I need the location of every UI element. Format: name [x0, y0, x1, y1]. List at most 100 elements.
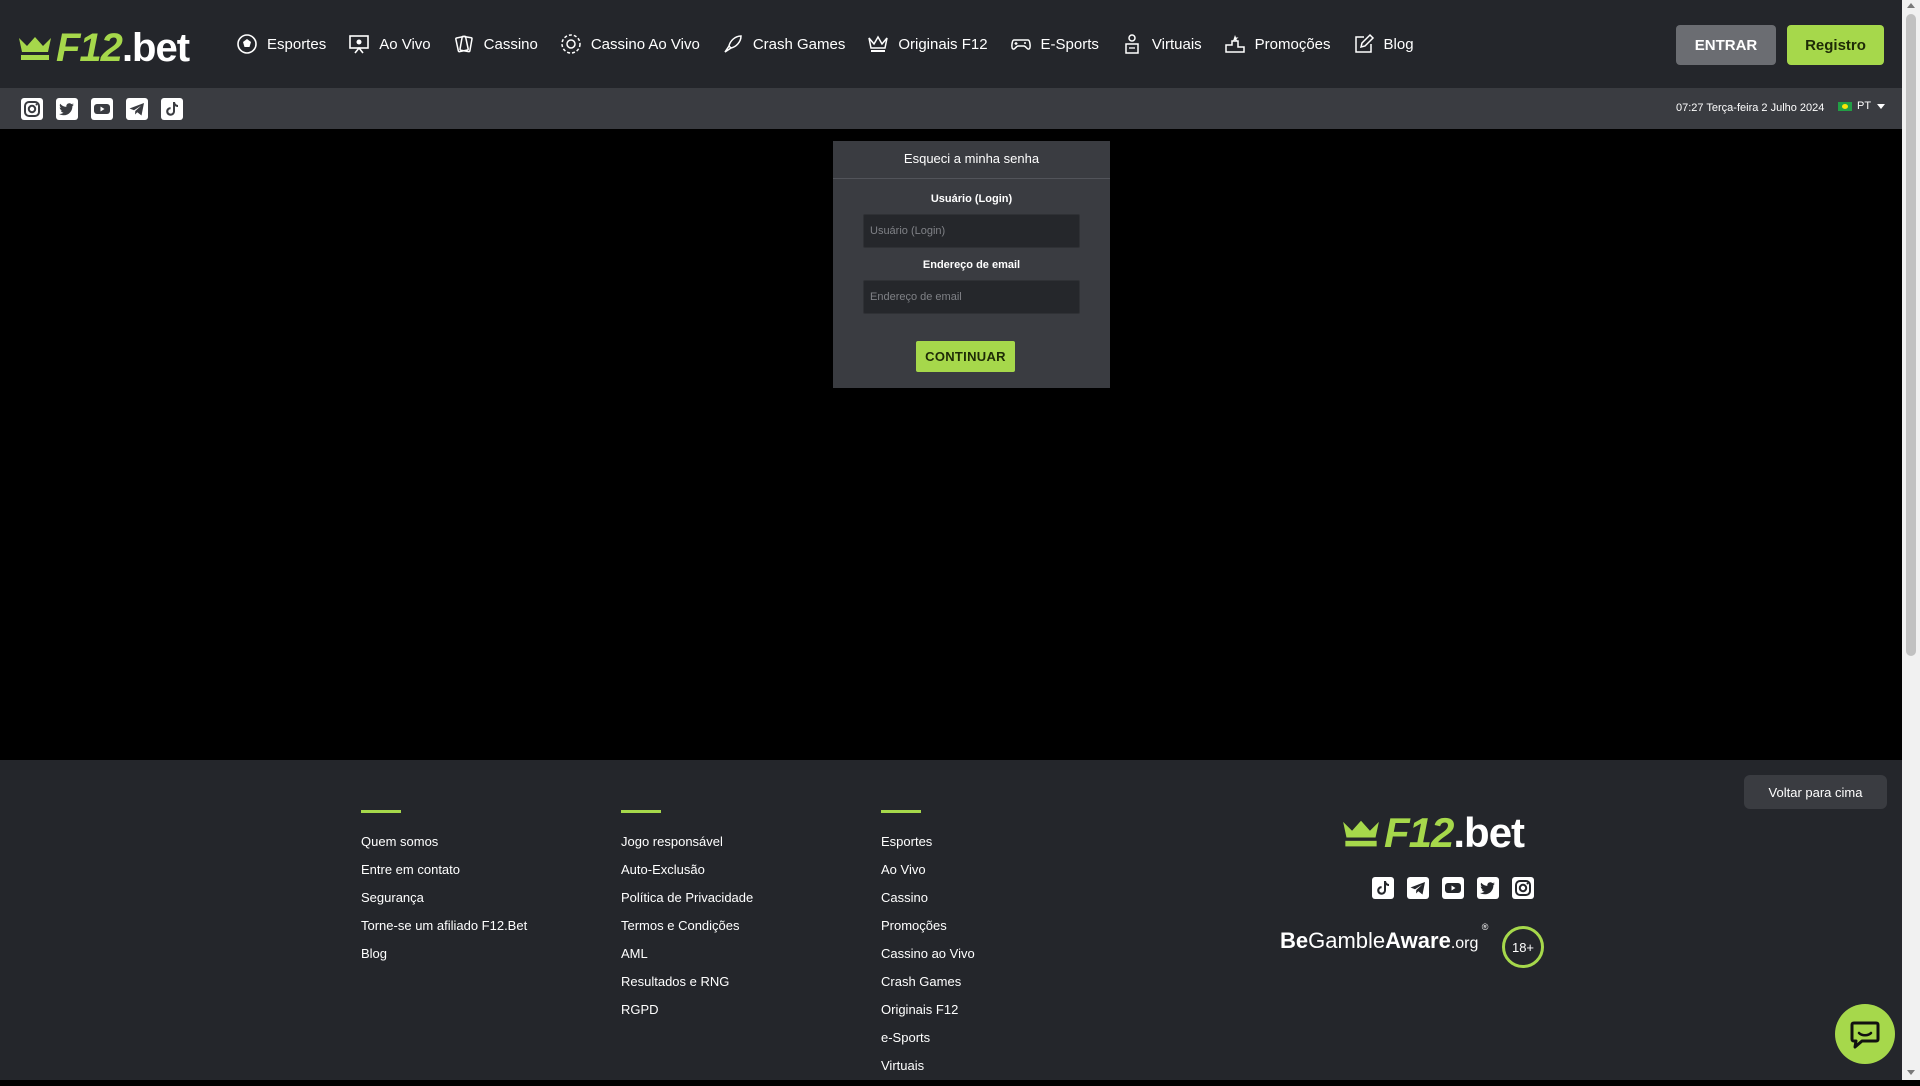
- forgot-password-form: Esqueci a minha senha Usuário (Login) En…: [833, 141, 1110, 388]
- email-label: Endereço de email: [922, 259, 1021, 271]
- registered-mark: ®: [1481, 922, 1489, 932]
- footer-link[interactable]: Entre em contato: [361, 862, 527, 890]
- footer-column-legal: Jogo responsável Auto-Exclusão Política …: [621, 810, 753, 1030]
- brazil-flag-icon: [1838, 101, 1852, 111]
- gamepad-icon: [1010, 33, 1032, 55]
- social-links-top: [20, 97, 195, 121]
- nav-item-cassino-ao-vivo[interactable]: Cassino Ao Vivo: [560, 33, 700, 55]
- footer-link[interactable]: Segurança: [361, 890, 527, 918]
- nav-label: Blog: [1383, 35, 1414, 53]
- nav-label: Esportes: [267, 35, 327, 53]
- nav-label: Ao Vivo: [379, 35, 431, 53]
- begamble-gamble: Gamble: [1308, 928, 1386, 953]
- footer-link[interactable]: Cassino: [881, 890, 975, 918]
- top-header: F12.bet Esportes Ao Vivo Cassino Cassino…: [0, 0, 1902, 88]
- nav-item-cassino[interactable]: Cassino: [453, 33, 538, 55]
- virtual-player-icon: [1121, 33, 1143, 55]
- logo-bet-text: .bet: [1453, 809, 1525, 856]
- column-accent-bar: [361, 810, 401, 813]
- scroll-down-arrow[interactable]: [1907, 1070, 1915, 1075]
- live-tv-icon: [348, 33, 370, 55]
- footer-link[interactable]: Promoções: [881, 918, 975, 946]
- nav-item-crash-games[interactable]: Crash Games: [722, 33, 846, 55]
- column-accent-bar: [621, 810, 661, 813]
- nav-label: Cassino Ao Vivo: [590, 35, 700, 53]
- language-code: PT: [1857, 100, 1872, 112]
- youtube-icon[interactable]: [1441, 876, 1465, 900]
- footer-link[interactable]: Esportes: [881, 834, 975, 862]
- scroll-up-arrow[interactable]: [1907, 3, 1915, 8]
- footer-link[interactable]: RGPD: [621, 1002, 753, 1030]
- footer-link[interactable]: Auto-Exclusão: [621, 862, 753, 890]
- footer-link[interactable]: Blog: [361, 946, 527, 974]
- chevron-down-icon: [1877, 103, 1886, 109]
- site-logo[interactable]: F12.bet: [18, 26, 190, 70]
- nav-item-originais-f12[interactable]: Originais F12: [867, 33, 988, 55]
- social-bar: 07:27 Terça-feira 2 Julho 2024 PT: [0, 88, 1902, 129]
- login-button[interactable]: ENTRAR: [1676, 25, 1776, 65]
- register-button[interactable]: Registro: [1787, 25, 1884, 65]
- rocket-icon: [722, 33, 744, 55]
- chat-bubble-icon: [1850, 1021, 1880, 1049]
- crown-icon: [867, 33, 889, 55]
- current-datetime: 07:27 Terça-feira 2 Julho 2024: [1676, 102, 1825, 114]
- soccer-ball-icon: [236, 33, 258, 55]
- footer-link[interactable]: Virtuais: [881, 1058, 975, 1086]
- footer-link[interactable]: Crash Games: [881, 974, 975, 1002]
- crown-logo-icon: [1343, 820, 1379, 847]
- form-title: Esqueci a minha senha: [833, 141, 1110, 179]
- footer-link[interactable]: e-Sports: [881, 1030, 975, 1058]
- begamble-be: Be: [1280, 928, 1309, 953]
- footer-link[interactable]: AML: [621, 946, 753, 974]
- column-accent-bar: [881, 810, 921, 813]
- social-links-footer: [1371, 876, 1546, 900]
- nav-label: Crash Games: [752, 35, 846, 53]
- instagram-icon[interactable]: [20, 97, 44, 121]
- footer-link[interactable]: Termos e Condições: [621, 918, 753, 946]
- begambleaware-logo[interactable]: BeGambleAware.org ®: [1280, 922, 1488, 954]
- footer-link[interactable]: Quem somos: [361, 834, 527, 862]
- nav-item-e-sports[interactable]: E-Sports: [1010, 33, 1099, 55]
- language-selector[interactable]: PT: [1838, 100, 1886, 112]
- footer-link[interactable]: Torne-se um afiliado F12.Bet: [361, 918, 527, 946]
- crown-logo-icon: [19, 37, 51, 60]
- logo-f12-text: F12: [1384, 809, 1454, 856]
- nav-label: E-Sports: [1040, 35, 1099, 53]
- footer-column-products: Esportes Ao Vivo Cassino Promoções Cassi…: [881, 810, 975, 1086]
- telegram-icon[interactable]: [1406, 876, 1430, 900]
- chat-button[interactable]: [1835, 1004, 1895, 1064]
- username-input[interactable]: [863, 214, 1080, 248]
- site-footer: Quem somos Entre em contato Segurança To…: [0, 760, 1902, 1080]
- logo-f12-text: F12: [56, 26, 123, 70]
- logo-bet-text: .bet: [121, 26, 190, 70]
- scrollbar-thumb[interactable]: [1906, 14, 1916, 656]
- twitter-icon[interactable]: [1476, 876, 1500, 900]
- nav-item-promocoes[interactable]: Promoções: [1224, 33, 1331, 55]
- age-restriction-badge: 18+: [1502, 926, 1544, 968]
- footer-link[interactable]: Originais F12: [881, 1002, 975, 1030]
- tiktok-icon[interactable]: [160, 97, 184, 121]
- footer-link[interactable]: Jogo responsável: [621, 834, 753, 862]
- footer-link[interactable]: Política de Privacidade: [621, 890, 753, 918]
- nav-item-virtuais[interactable]: Virtuais: [1121, 33, 1202, 55]
- nav-item-ao-vivo[interactable]: Ao Vivo: [348, 33, 431, 55]
- begamble-aware: Aware: [1385, 928, 1451, 953]
- footer-logo[interactable]: F12.bet: [1342, 809, 1525, 856]
- nav-item-blog[interactable]: Blog: [1353, 33, 1414, 55]
- page-scrollbar[interactable]: [1902, 0, 1920, 1080]
- tiktok-icon[interactable]: [1371, 876, 1395, 900]
- podium-icon: [1224, 33, 1246, 55]
- instagram-icon[interactable]: [1511, 876, 1535, 900]
- main-nav: Esportes Ao Vivo Cassino Cassino Ao Vivo…: [236, 0, 1436, 88]
- footer-link[interactable]: Ao Vivo: [881, 862, 975, 890]
- footer-link[interactable]: Cassino ao Vivo: [881, 946, 975, 974]
- email-input[interactable]: [863, 280, 1080, 314]
- back-to-top-button[interactable]: Voltar para cima: [1744, 775, 1887, 809]
- twitter-icon[interactable]: [55, 97, 79, 121]
- nav-item-esportes[interactable]: Esportes: [236, 33, 326, 55]
- footer-link[interactable]: Resultados e RNG: [621, 974, 753, 1002]
- youtube-icon[interactable]: [90, 97, 114, 121]
- username-label: Usuário (Login): [930, 193, 1013, 205]
- continue-button[interactable]: CONTINUAR: [916, 341, 1015, 372]
- telegram-icon[interactable]: [125, 97, 149, 121]
